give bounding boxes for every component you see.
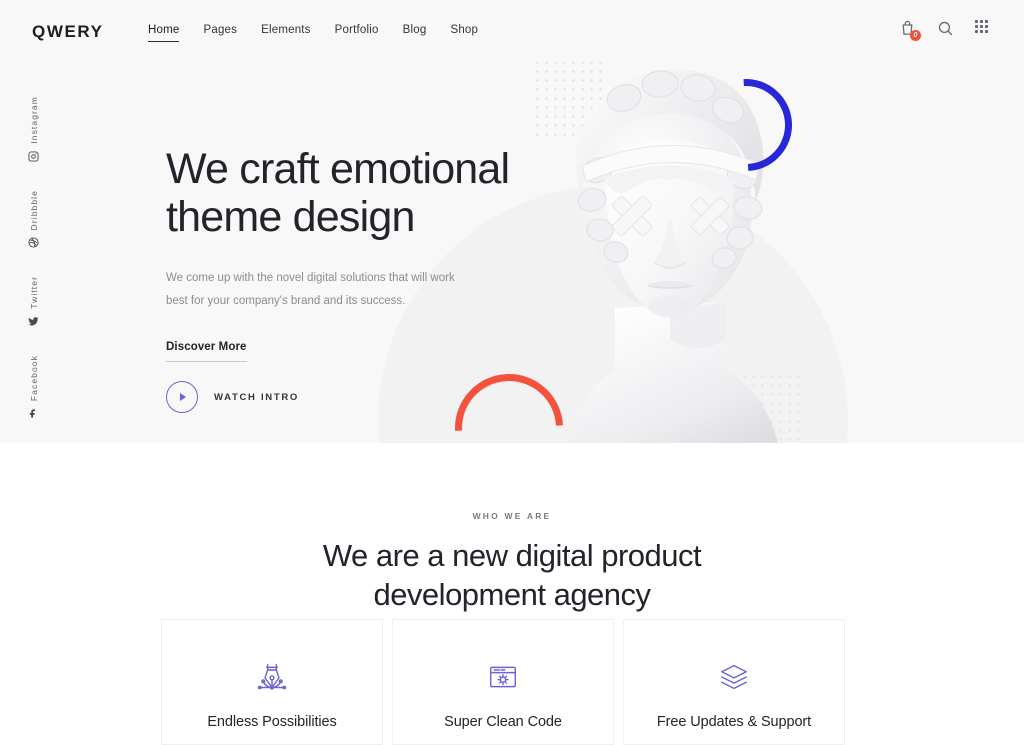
hero-title-line-2: theme design	[166, 193, 415, 242]
nav-item-shop[interactable]: Shop	[450, 24, 478, 41]
search-icon[interactable]	[937, 20, 956, 39]
hero-subtitle: We come up with the novel digital soluti…	[166, 272, 455, 308]
feature-card-super-clean-code[interactable]: Super Clean Code	[392, 619, 614, 745]
pen-tool-icon	[251, 656, 293, 698]
nav-item-home[interactable]: Home	[148, 24, 180, 42]
header-actions: 0	[899, 20, 994, 41]
hero-content: We craft emotional theme design We come …	[166, 145, 546, 363]
feature-card-title: Endless Possibilities	[207, 714, 337, 730]
play-icon	[166, 381, 198, 413]
section-title: We are a new digital product development…	[0, 537, 1024, 615]
nav-item-portfolio[interactable]: Portfolio	[335, 24, 379, 41]
section-eyebrow: WHO WE ARE	[472, 511, 552, 521]
nav-item-blog[interactable]: Blog	[403, 24, 427, 41]
browser-gear-icon	[482, 656, 524, 698]
feature-card-endless-possibilities[interactable]: Endless Possibilities	[161, 619, 383, 745]
social-label-dribbble: Dribbble	[28, 189, 39, 231]
hero-section: We craft emotional theme design We come …	[0, 0, 1024, 443]
social-label-instagram: Instagram	[28, 96, 39, 144]
watch-intro-label: WATCH INTRO	[214, 391, 300, 403]
social-sidebar: Instagram Dribbble Twitter Facebook	[28, 96, 39, 419]
nav-item-pages[interactable]: Pages	[203, 24, 237, 41]
feature-card-title: Free Updates & Support	[656, 714, 812, 730]
social-link-dribbble[interactable]: Dribbble	[28, 190, 39, 248]
feature-card-free-updates-support[interactable]: Free Updates & Support	[623, 619, 845, 745]
main-navigation: Home Pages Elements Portfolio Blog Shop	[148, 24, 478, 42]
social-link-instagram[interactable]: Instagram	[28, 96, 39, 162]
nav-item-elements[interactable]: Elements	[261, 24, 311, 41]
social-link-twitter[interactable]: Twitter	[28, 276, 39, 327]
feature-card-title: Super Clean Code	[444, 714, 562, 730]
dribbble-icon	[28, 237, 39, 248]
section-title-line-1: We are a new digital product	[322, 538, 702, 573]
grid-menu-icon[interactable]	[975, 20, 994, 39]
discover-more-link[interactable]: Discover More	[166, 341, 247, 363]
social-link-facebook[interactable]: Facebook	[28, 355, 39, 419]
cart-count-badge: 0	[910, 30, 921, 41]
feature-cards: Endless Possibilities Super Clean Code F…	[161, 619, 845, 745]
site-header: QWERY Home Pages Elements Portfolio Blog…	[0, 0, 1024, 62]
hero-title: We craft emotional theme design	[166, 145, 546, 241]
section-title-line-2: development agency	[373, 576, 651, 612]
hero-title-line-1: We craft emotional	[166, 145, 510, 193]
shopping-bag-icon[interactable]: 0	[899, 20, 921, 41]
social-label-facebook: Facebook	[28, 354, 39, 402]
facebook-icon	[29, 409, 35, 418]
watch-intro-button[interactable]: WATCH INTRO	[166, 381, 299, 413]
layers-icon	[713, 656, 755, 698]
statue-hero-image	[520, 40, 850, 443]
twitter-icon	[28, 317, 39, 326]
site-logo[interactable]: QWERY	[32, 22, 104, 42]
social-label-twitter: Twitter	[28, 276, 39, 309]
instagram-icon	[28, 151, 39, 162]
who-we-are-section: WHO WE ARE We are a new digital product …	[0, 443, 1024, 615]
